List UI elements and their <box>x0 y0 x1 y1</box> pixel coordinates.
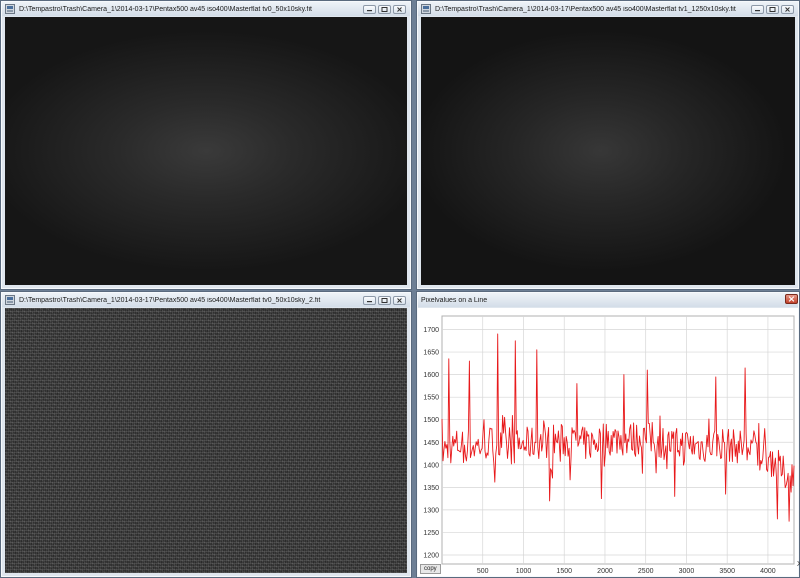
minimize-icon <box>755 9 760 11</box>
image-window-3[interactable]: D:\Tempastro\Trash\Camera_1\2014-03-17\P… <box>0 291 412 578</box>
window-title: D:\Tempastro\Trash\Camera_1\2014-03-17\P… <box>435 5 736 13</box>
close-button[interactable] <box>393 295 406 305</box>
close-icon <box>788 296 795 302</box>
flat-image-view[interactable] <box>421 17 795 285</box>
image-window-1[interactable]: D:\Tempastro\Trash\Camera_1\2014-03-17\P… <box>0 0 412 290</box>
y-tick-label: 1400 <box>423 462 439 469</box>
x-tick-label: 1500 <box>556 568 572 575</box>
maximize-icon <box>381 6 388 12</box>
window-titlebar[interactable]: D:\Tempastro\Trash\Camera_1\2014-03-17\P… <box>418 2 798 16</box>
y-tick-label: 1650 <box>423 350 439 357</box>
x-tick-label: 1000 <box>516 568 532 575</box>
flat-image-view[interactable] <box>5 308 407 573</box>
close-button[interactable] <box>781 4 794 14</box>
line-chart: 500 1000 1500 2000 2500 3000 3500 4000 1200 1250 1… <box>423 315 800 575</box>
maximize-button[interactable] <box>378 295 391 305</box>
window-title: D:\Tempastro\Trash\Camera_1\2014-03-17\P… <box>19 296 321 304</box>
image-window-2[interactable]: D:\Tempastro\Trash\Camera_1\2014-03-17\P… <box>416 0 800 290</box>
minimize-icon <box>367 9 372 11</box>
app-icon <box>5 295 15 305</box>
copy-button[interactable]: copy <box>420 564 441 574</box>
y-tick-label: 1250 <box>423 530 439 537</box>
close-icon <box>785 6 790 12</box>
window-titlebar[interactable]: Pixelvalues on a Line <box>418 293 798 307</box>
window-title: D:\Tempastro\Trash\Camera_1\2014-03-17\P… <box>19 5 312 13</box>
y-tick-label: 1200 <box>423 552 439 559</box>
y-tick-label: 1700 <box>423 327 439 334</box>
y-tick-label: 1450 <box>423 440 439 447</box>
app-icon <box>5 4 15 14</box>
y-tick-label: 1600 <box>423 372 439 379</box>
window-titlebar[interactable]: D:\Tempastro\Trash\Camera_1\2014-03-17\P… <box>2 2 410 16</box>
minimize-button[interactable] <box>363 295 376 305</box>
close-icon <box>397 6 402 12</box>
close-icon <box>397 297 402 303</box>
minimize-icon <box>367 300 372 302</box>
minimize-button[interactable] <box>751 4 764 14</box>
y-tick-label: 1550 <box>423 395 439 402</box>
close-button[interactable] <box>785 294 798 304</box>
plot-area[interactable]: 500 1000 1500 2000 2500 3000 3500 4000 1200 1250 1… <box>418 308 800 576</box>
app-icon <box>421 4 431 14</box>
y-tick-label: 1300 <box>423 507 439 514</box>
close-button[interactable] <box>393 4 406 14</box>
x-tick-label: 3500 <box>719 568 735 575</box>
window-titlebar[interactable]: D:\Tempastro\Trash\Camera_1\2014-03-17\P… <box>2 293 410 307</box>
y-tick-label: 1500 <box>423 417 439 424</box>
maximize-icon <box>769 6 776 12</box>
y-tick-label: 1350 <box>423 485 439 492</box>
maximize-icon <box>381 297 388 303</box>
plot-window[interactable]: Pixelvalues on a Line 500 1000 1500 2000 250… <box>416 291 800 578</box>
x-tick-label: 2500 <box>638 568 654 575</box>
x-tick-label: 2000 <box>597 568 613 575</box>
x-tick-label: 4000 <box>760 568 776 575</box>
x-tick-label: 3000 <box>679 568 695 575</box>
maximize-button[interactable] <box>378 4 391 14</box>
minimize-button[interactable] <box>363 4 376 14</box>
x-tick-label: 500 <box>477 568 489 575</box>
maximize-button[interactable] <box>766 4 779 14</box>
flat-image-view[interactable] <box>5 17 407 285</box>
plot-window-title: Pixelvalues on a Line <box>421 296 488 304</box>
